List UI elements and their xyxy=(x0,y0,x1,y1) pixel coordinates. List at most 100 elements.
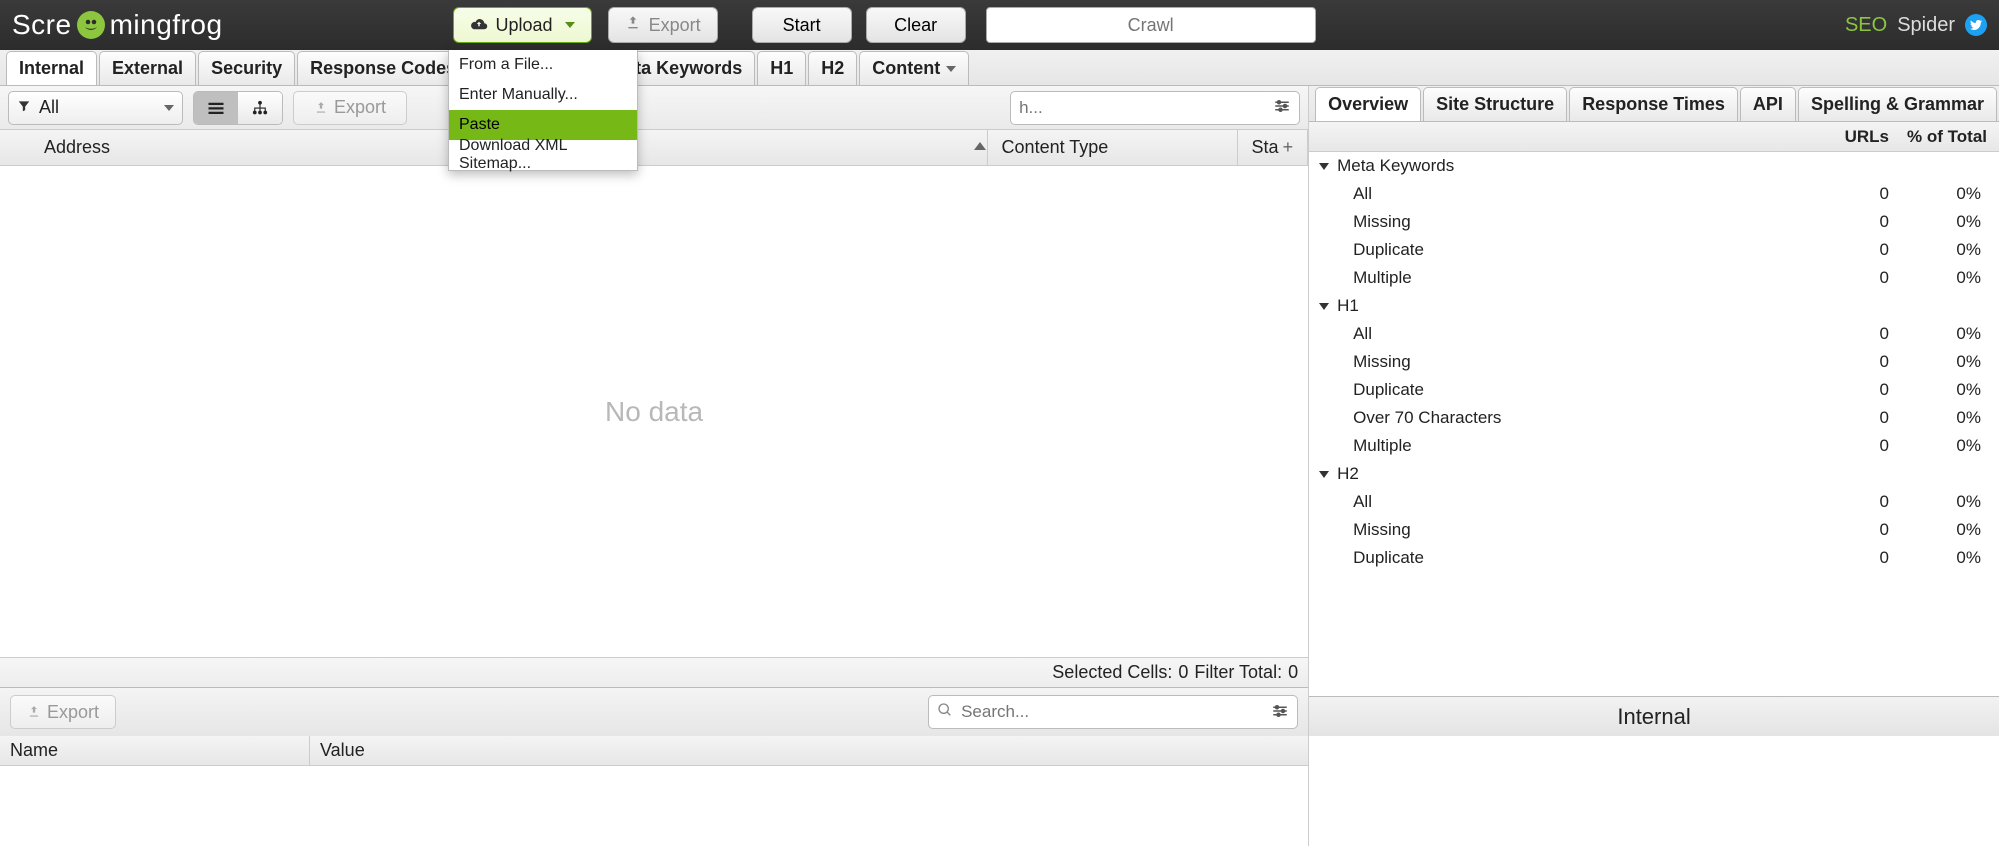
overview-row-urls: 0 xyxy=(1813,240,1899,260)
export-button[interactable]: Export xyxy=(608,7,718,43)
side-tab-site-structure[interactable]: Site Structure xyxy=(1423,87,1567,121)
upload-menu-item-enter-manually[interactable]: Enter Manually... xyxy=(449,80,637,110)
tree-view-button[interactable] xyxy=(238,92,282,124)
upload-label: Upload xyxy=(496,15,553,36)
overview-row-pct: 0% xyxy=(1899,212,1999,232)
upload-menu-item-from-a-file[interactable]: From a File... xyxy=(449,50,637,80)
overview-group-meta-keywords[interactable]: Meta Keywords xyxy=(1309,152,1999,180)
export-icon xyxy=(314,101,328,115)
overview-row-urls: 0 xyxy=(1813,268,1899,288)
sliders-icon[interactable] xyxy=(1273,97,1291,118)
chevron-down-icon xyxy=(1319,303,1329,310)
overview-row-urls: 0 xyxy=(1813,212,1899,232)
funnel-icon xyxy=(17,99,31,116)
overview-row-label: Missing xyxy=(1309,212,1813,232)
upload-menu-item-paste[interactable]: Paste xyxy=(449,110,637,140)
details-export-button[interactable]: Export xyxy=(10,695,116,729)
overview-row[interactable]: Missing00% xyxy=(1309,208,1999,236)
tab-response-codes[interactable]: Response Codes xyxy=(297,51,469,85)
tab-h2[interactable]: H2 xyxy=(808,51,857,85)
col-pct[interactable]: % of Total xyxy=(1899,127,1999,147)
overview-row-label: Duplicate xyxy=(1309,380,1813,400)
selected-cells-label: Selected Cells: xyxy=(1052,662,1172,683)
tab-internal[interactable]: Internal xyxy=(6,51,97,85)
tab-content[interactable]: Content xyxy=(859,51,969,85)
grid-search-input[interactable] xyxy=(1019,98,1265,118)
overview-row[interactable]: Multiple00% xyxy=(1309,432,1999,460)
upload-menu-item-download-xml-sitemap[interactable]: Download XML Sitemap... xyxy=(449,140,637,170)
overview-row-pct: 0% xyxy=(1899,184,1999,204)
col-urls[interactable]: URLs xyxy=(1813,127,1899,147)
overview-row[interactable]: Duplicate00% xyxy=(1309,544,1999,572)
overview-row-label: All xyxy=(1309,184,1813,204)
overview-group-h2[interactable]: H2 xyxy=(1309,460,1999,488)
filter-select[interactable]: All xyxy=(8,91,183,125)
overview-row-urls: 0 xyxy=(1813,548,1899,568)
overview-row-label: Missing xyxy=(1309,352,1813,372)
details-search[interactable] xyxy=(928,695,1298,729)
overview-row-label: Missing xyxy=(1309,520,1813,540)
tab-h1[interactable]: H1 xyxy=(757,51,806,85)
export-icon xyxy=(625,15,641,36)
col-content-type[interactable]: Content Type xyxy=(988,130,1238,165)
search-icon xyxy=(937,702,953,723)
overview-row-urls: 0 xyxy=(1813,436,1899,456)
overview-row-pct: 0% xyxy=(1899,352,1999,372)
overview-row[interactable]: All00% xyxy=(1309,180,1999,208)
right-footer-title: Internal xyxy=(1309,696,1999,736)
overview-row[interactable]: Over 70 Characters00% xyxy=(1309,404,1999,432)
details-search-input[interactable] xyxy=(961,702,1263,722)
details-col-name[interactable]: Name xyxy=(0,736,310,765)
overview-row-label: Multiple xyxy=(1309,436,1813,456)
side-tab-spelling-grammar[interactable]: Spelling & Grammar xyxy=(1798,87,1997,121)
start-label: Start xyxy=(783,15,821,36)
overview-row-label: Over 70 Characters xyxy=(1309,408,1813,428)
export-label: Export xyxy=(649,15,701,36)
clear-button[interactable]: Clear xyxy=(866,7,966,43)
seo-spider-badge: SEO Spider xyxy=(1845,14,1987,37)
list-view-button[interactable] xyxy=(194,92,238,124)
overview-row[interactable]: All00% xyxy=(1309,320,1999,348)
side-tab-overview[interactable]: Overview xyxy=(1315,87,1421,121)
overview-row-label: All xyxy=(1309,492,1813,512)
app-logo: Scre mingfrog xyxy=(12,9,223,41)
overview-row[interactable]: Missing00% xyxy=(1309,348,1999,376)
start-button[interactable]: Start xyxy=(752,7,852,43)
clear-label: Clear xyxy=(894,15,937,36)
overview-row-pct: 0% xyxy=(1899,380,1999,400)
grid-export-button[interactable]: Export xyxy=(293,91,407,125)
tab-security[interactable]: Security xyxy=(198,51,295,85)
overview-row[interactable]: Multiple00% xyxy=(1309,264,1999,292)
overview-row-pct: 0% xyxy=(1899,520,1999,540)
twitter-icon[interactable] xyxy=(1965,14,1987,36)
overview-row[interactable]: Duplicate00% xyxy=(1309,236,1999,264)
col-status[interactable]: Sta xyxy=(1238,130,1309,165)
grid-header: Address Content Type Sta xyxy=(0,130,1308,166)
side-tab-response-times[interactable]: Response Times xyxy=(1569,87,1738,121)
overview-row[interactable]: Duplicate00% xyxy=(1309,376,1999,404)
caret-down-icon xyxy=(946,66,956,72)
grid-export-label: Export xyxy=(334,97,386,118)
crawl-input[interactable] xyxy=(986,7,1316,43)
upload-button[interactable]: Upload xyxy=(453,7,592,43)
details-col-value[interactable]: Value xyxy=(310,736,1308,765)
no-data-label: No data xyxy=(0,166,1308,657)
grid-search[interactable] xyxy=(1010,91,1300,125)
tab-external[interactable]: External xyxy=(99,51,196,85)
side-tab-api[interactable]: API xyxy=(1740,87,1796,121)
overview-row-pct: 0% xyxy=(1899,436,1999,456)
overview-row-urls: 0 xyxy=(1813,184,1899,204)
overview-row-label: Multiple xyxy=(1309,268,1813,288)
details-empty xyxy=(0,766,1308,846)
overview-group-h1[interactable]: H1 xyxy=(1309,292,1999,320)
filter-total-label: Filter Total: xyxy=(1194,662,1282,683)
sliders-icon[interactable] xyxy=(1271,702,1289,723)
overview-body[interactable]: Meta KeywordsAll00%Missing00%Duplicate00… xyxy=(1309,152,1999,696)
side-tabs: OverviewSite StructureResponse TimesAPIS… xyxy=(1309,86,1999,122)
cloud-upload-icon xyxy=(470,15,488,36)
overview-row[interactable]: Missing00% xyxy=(1309,516,1999,544)
filter-total-value: 0 xyxy=(1288,662,1298,683)
overview-row-urls: 0 xyxy=(1813,352,1899,372)
overview-row[interactable]: All00% xyxy=(1309,488,1999,516)
right-blank xyxy=(1309,736,1999,846)
